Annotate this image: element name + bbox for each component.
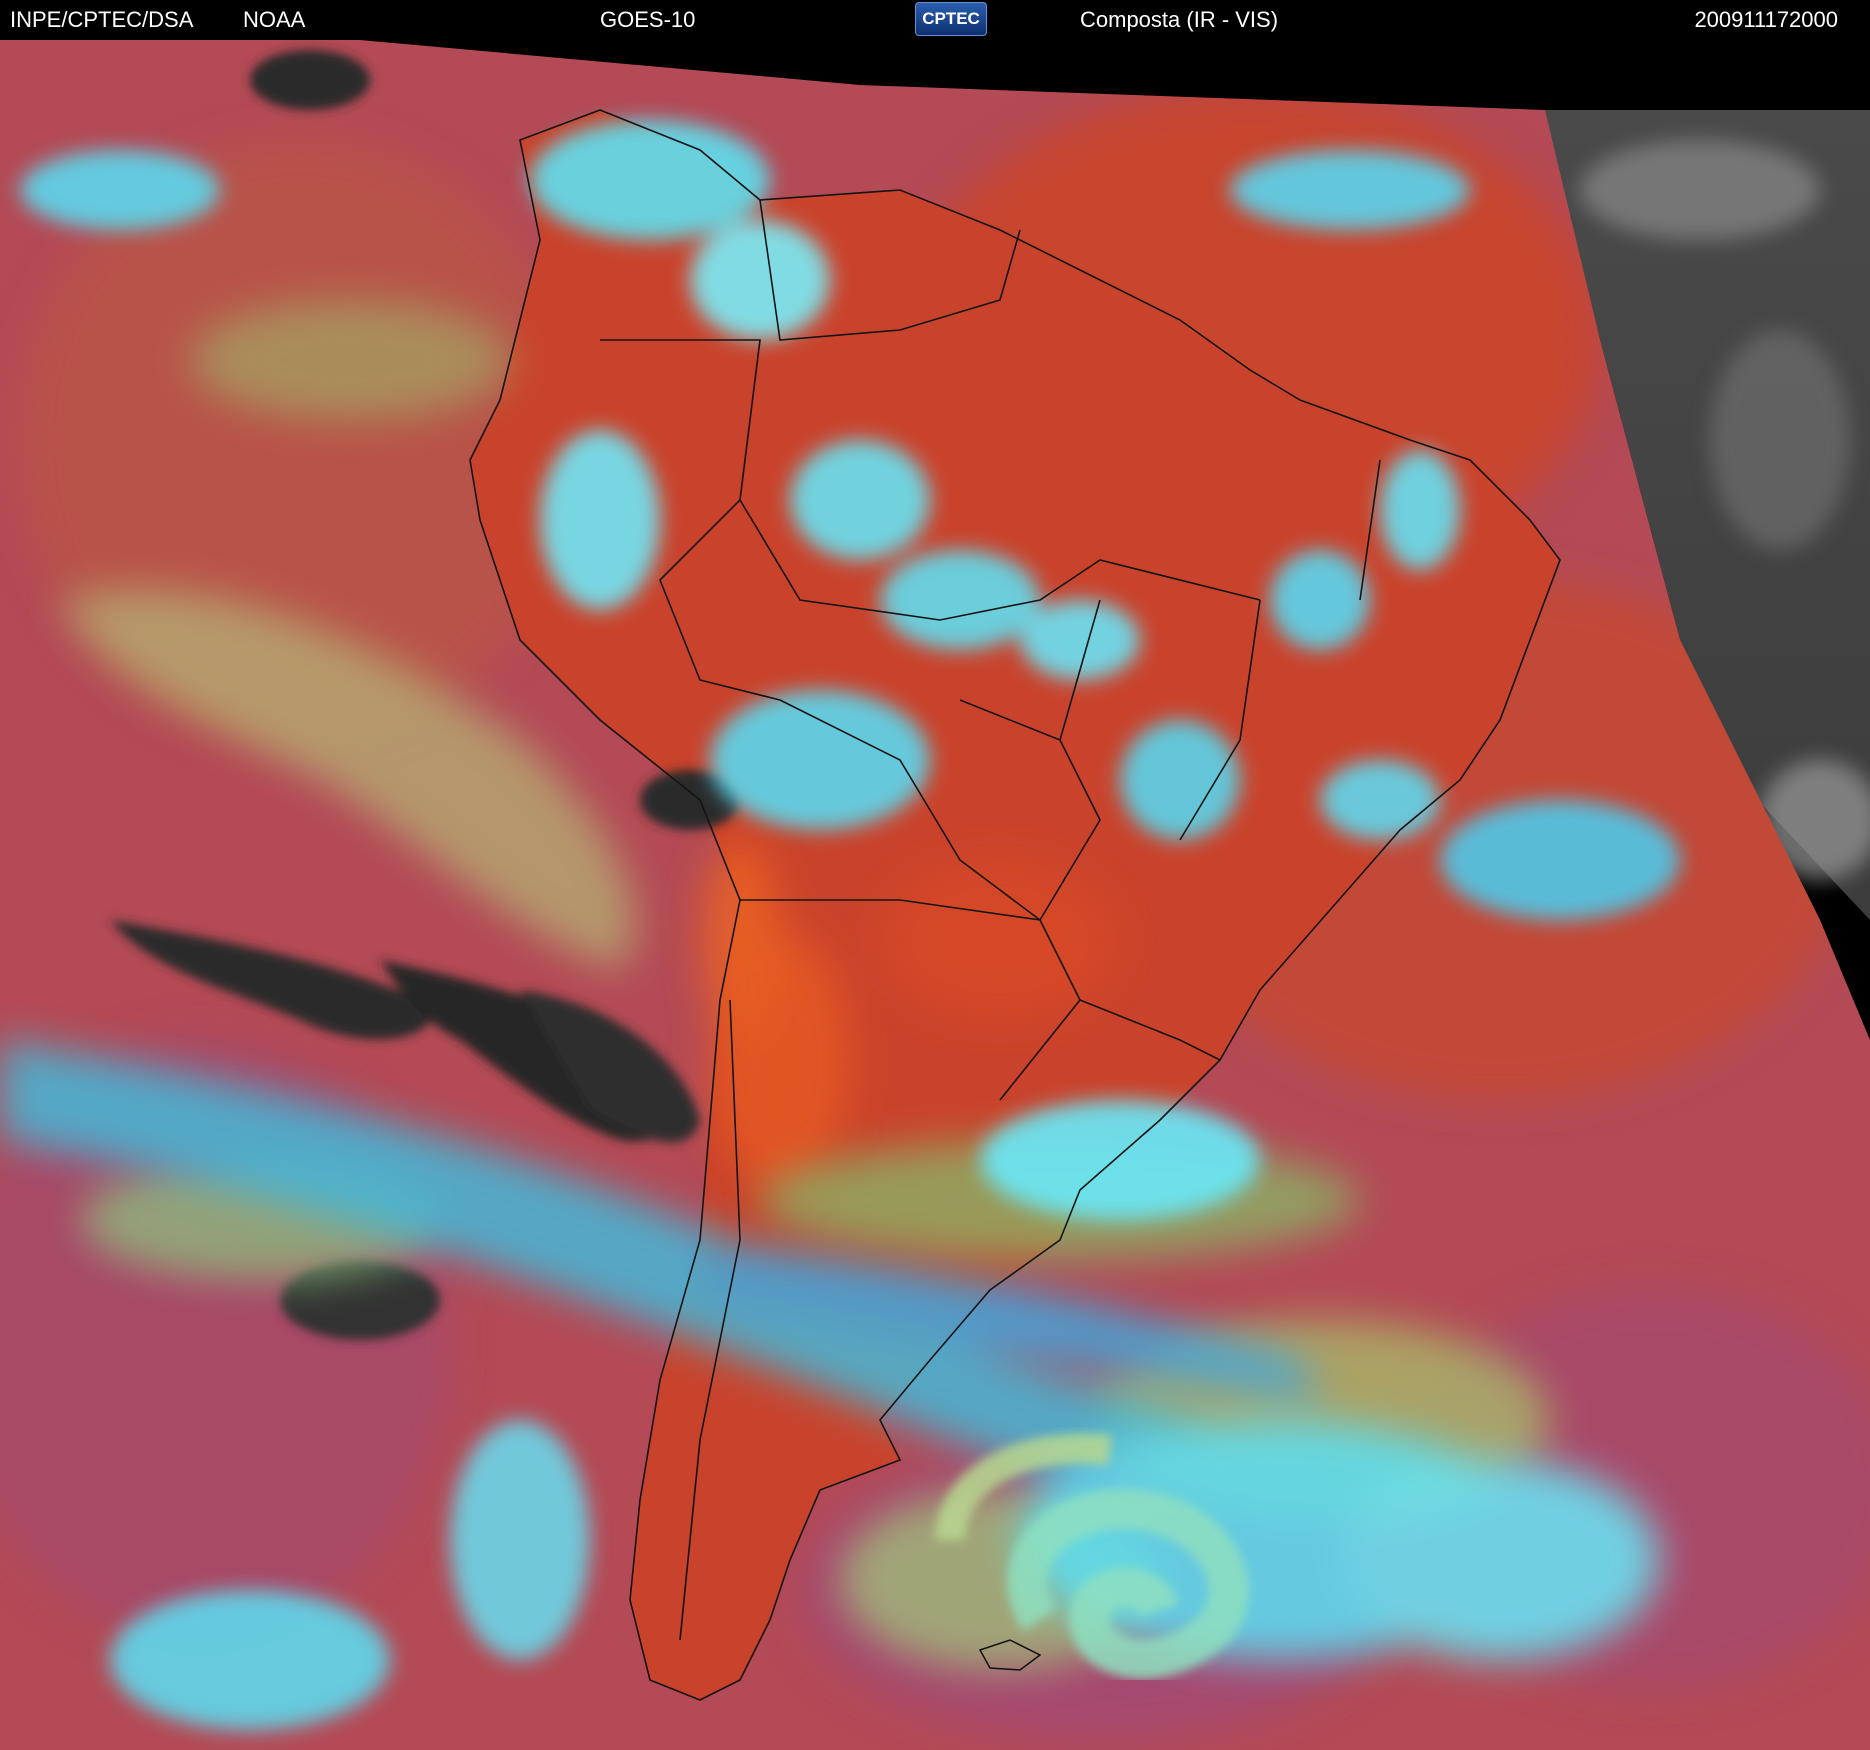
product-label: Composta (IR - VIS) xyxy=(1080,7,1279,32)
satellite-image xyxy=(0,40,1870,1750)
timestamp-label: 200911172000 xyxy=(1694,7,1838,32)
logo-text: CPTEC xyxy=(922,9,980,28)
partner-label: NOAA xyxy=(243,7,306,32)
cptec-logo: CPTEC xyxy=(915,2,987,36)
ir-composite xyxy=(0,40,1870,1750)
satellite-label: GOES-10 xyxy=(600,7,696,32)
header-bar: INPE/CPTEC/DSA NOAA GOES-10 CPTEC Compos… xyxy=(0,0,1870,40)
agency-label: INPE/CPTEC/DSA xyxy=(10,7,194,32)
satellite-composite xyxy=(0,40,1870,1750)
